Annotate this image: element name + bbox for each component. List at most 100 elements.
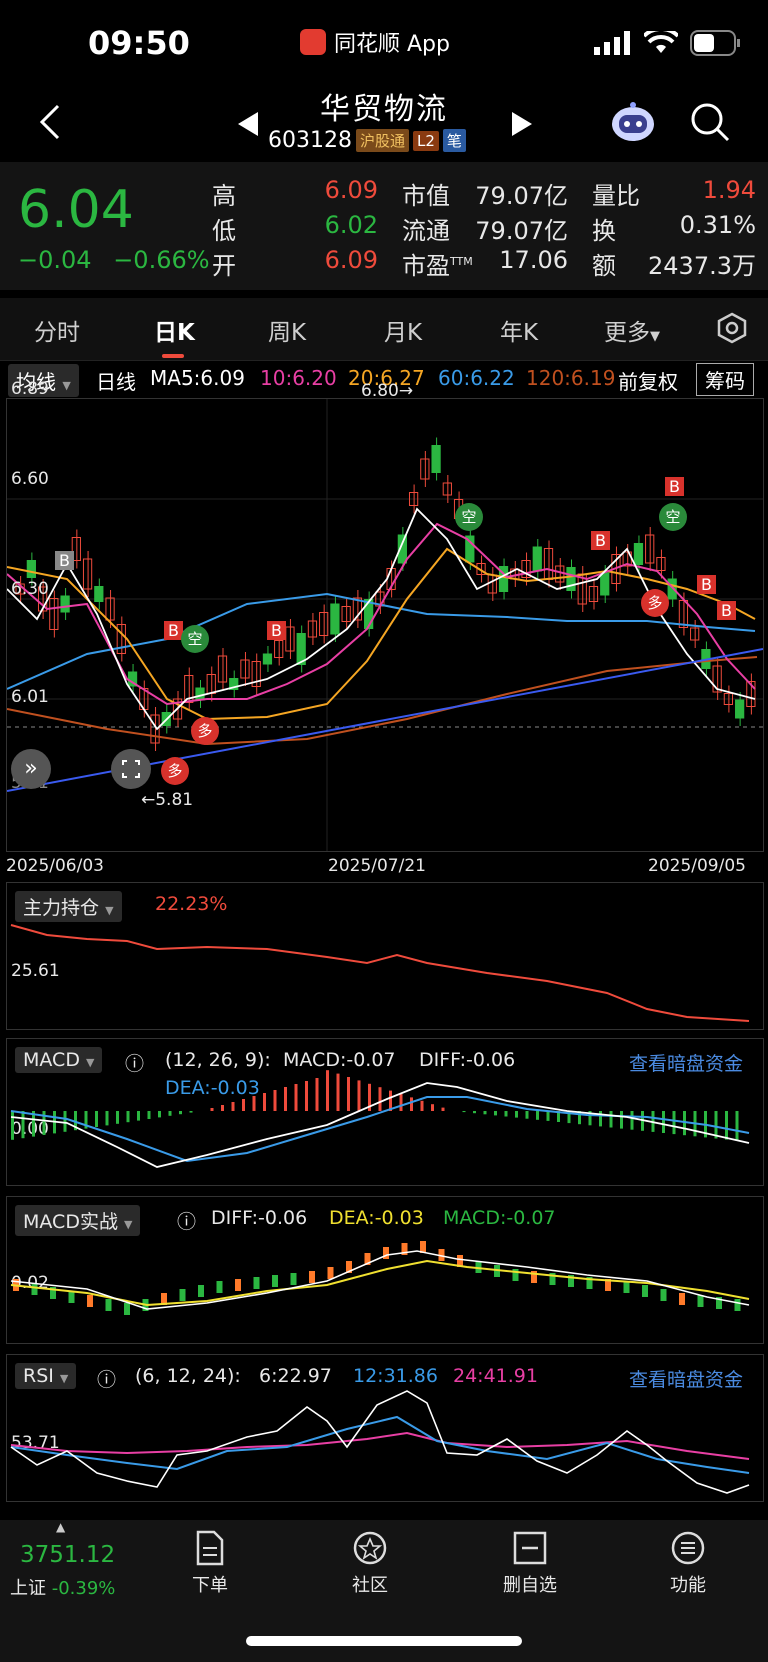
- turnover-value: 0.31%: [679, 211, 756, 239]
- home-indicator[interactable]: [246, 1636, 522, 1646]
- macd-bar: [672, 1111, 676, 1135]
- next-stock-icon[interactable]: [510, 112, 532, 136]
- expand-chevron-icon[interactable]: »: [11, 749, 51, 789]
- hk-connect-tag: 沪股通: [355, 129, 409, 152]
- nav-order[interactable]: 下单: [170, 1530, 250, 1597]
- buy-signal-badge[interactable]: B: [55, 551, 74, 570]
- macd-svg: [10, 1070, 750, 1168]
- macd-practice-diff-line: [10, 1250, 750, 1310]
- change-value: −0.04: [18, 246, 92, 274]
- tab-daily-k[interactable]: 日K: [154, 313, 195, 347]
- long-signal-badge[interactable]: 多: [191, 717, 219, 745]
- ma120-line: [7, 656, 758, 746]
- holding-line-svg: [10, 924, 750, 1022]
- index-name[interactable]: 上证 -0.39%: [10, 1574, 115, 1600]
- nav-functions-label: 功能: [670, 1575, 706, 1596]
- tab-intraday[interactable]: 分时: [34, 313, 80, 347]
- macd-practice-candle: [216, 1281, 223, 1293]
- candle-body: [600, 572, 610, 596]
- macd-bar: [546, 1111, 550, 1121]
- tab-yearly-k[interactable]: 年K: [500, 313, 538, 347]
- candle-body: [195, 687, 205, 701]
- macd-practice-candles: [13, 1241, 741, 1315]
- fullscreen-icon[interactable]: [111, 749, 151, 789]
- index-value[interactable]: 3751.12: [20, 1542, 115, 1568]
- candle-body: [633, 543, 644, 565]
- empty-signal-badge[interactable]: 空: [181, 625, 209, 653]
- nav-functions[interactable]: 功能: [648, 1530, 728, 1597]
- kline-chart[interactable]: 6.89 6.60 6.30 6.01 5.71 6.80→ ←5.81 B B…: [6, 379, 764, 852]
- prev-stock-icon[interactable]: [238, 112, 260, 136]
- robot-assistant-icon[interactable]: [610, 100, 656, 144]
- buy-signal-badge[interactable]: B: [267, 621, 286, 640]
- nav-community[interactable]: 社区: [330, 1530, 410, 1597]
- macd-bar: [735, 1111, 739, 1141]
- long-signal-badge[interactable]: 多: [641, 589, 669, 617]
- macd-practice-candle: [697, 1295, 704, 1307]
- adjust-mode[interactable]: 前复权: [618, 366, 678, 395]
- tab-monthly-k[interactable]: 月K: [384, 313, 422, 347]
- buy-signal-badge[interactable]: B: [697, 575, 716, 594]
- macd-bar: [536, 1111, 539, 1120]
- buy-signal-badge[interactable]: B: [591, 531, 610, 550]
- macd-practice-candle: [623, 1281, 630, 1293]
- macd-bar: [126, 1111, 130, 1123]
- status-app-name: 同花顺 App: [334, 32, 450, 57]
- macd-bar: [515, 1111, 518, 1118]
- macd-bar: [284, 1087, 287, 1111]
- long-signal-badge[interactable]: 多: [161, 757, 189, 785]
- candle-body: [94, 586, 104, 602]
- buy-signal-badge[interactable]: B: [665, 477, 684, 496]
- macd-bar: [315, 1078, 319, 1111]
- float-label: 流通: [402, 217, 450, 245]
- mcap-value: 79.07亿: [475, 182, 568, 210]
- status-time: 09:50: [88, 24, 190, 62]
- macd-practice-candle: [87, 1295, 93, 1307]
- document-icon: [196, 1530, 224, 1566]
- macd-bar: [21, 1111, 25, 1139]
- macd-bar: [620, 1111, 623, 1129]
- macd-bar: [599, 1111, 602, 1127]
- macd-bar: [431, 1104, 434, 1111]
- amount-value: 2437.3万: [648, 252, 756, 280]
- rsi-panel[interactable]: RSI ▼ ⓘ (6, 12, 24): 6:22.97 12:31.86 24…: [6, 1354, 764, 1502]
- holding-panel[interactable]: 主力持仓 ▼ 22.23% 25.61: [6, 882, 764, 1030]
- macd-practice-candle: [31, 1283, 38, 1295]
- rsi-svg: [10, 1390, 750, 1494]
- macd-bar: [179, 1111, 182, 1115]
- chevron-down-icon: ▼: [62, 379, 71, 392]
- macd-bar: [63, 1111, 67, 1132]
- macd-bar: [147, 1111, 151, 1119]
- macd-practice-candle: [290, 1273, 297, 1285]
- macd-bar: [399, 1094, 403, 1111]
- nav-remove-watchlist[interactable]: 删自选: [490, 1530, 570, 1597]
- nav-order-label: 下单: [192, 1575, 228, 1596]
- macd-bar: [609, 1111, 613, 1128]
- tab-more[interactable]: 更多▼: [604, 313, 660, 347]
- candle-body: [116, 624, 126, 654]
- macd-panel[interactable]: MACD ▼ ⓘ (12, 26, 9): MACD:-0.07 DIFF:-0…: [6, 1038, 764, 1186]
- high-value: 6.09: [324, 176, 378, 204]
- buy-signal-badge[interactable]: B: [717, 601, 736, 620]
- macd-practice-panel[interactable]: MACD实战 ▼ ⓘ DIFF:-0.06 DEA:-0.03 MACD:-0.…: [6, 1196, 764, 1344]
- empty-signal-badge[interactable]: 空: [659, 503, 687, 531]
- tab-weekly-k[interactable]: 周K: [268, 313, 306, 347]
- empty-signal-badge[interactable]: 空: [455, 503, 483, 531]
- macd-bar: [263, 1093, 266, 1111]
- change-percent: −0.66%: [113, 246, 210, 274]
- pe-ttm: TTM: [450, 255, 473, 268]
- chevron-down-icon: ▼: [650, 329, 660, 344]
- y-label-6-60: 6.60: [11, 469, 49, 489]
- stock-code: 603128: [268, 128, 352, 153]
- menu-circle-icon: [671, 1531, 705, 1565]
- min-price-note: ←5.81: [141, 790, 194, 810]
- search-icon[interactable]: [690, 102, 730, 142]
- index-percent: -0.39%: [51, 1578, 116, 1599]
- rsi12-line: [10, 1415, 750, 1474]
- status-app: 同花顺 App: [300, 26, 450, 58]
- chip-button[interactable]: 筹码: [696, 363, 754, 396]
- current-price: 6.04: [18, 180, 134, 240]
- settings-hex-icon[interactable]: [716, 312, 748, 344]
- minus-box-icon: [513, 1531, 547, 1565]
- macd-bar: [105, 1111, 109, 1126]
